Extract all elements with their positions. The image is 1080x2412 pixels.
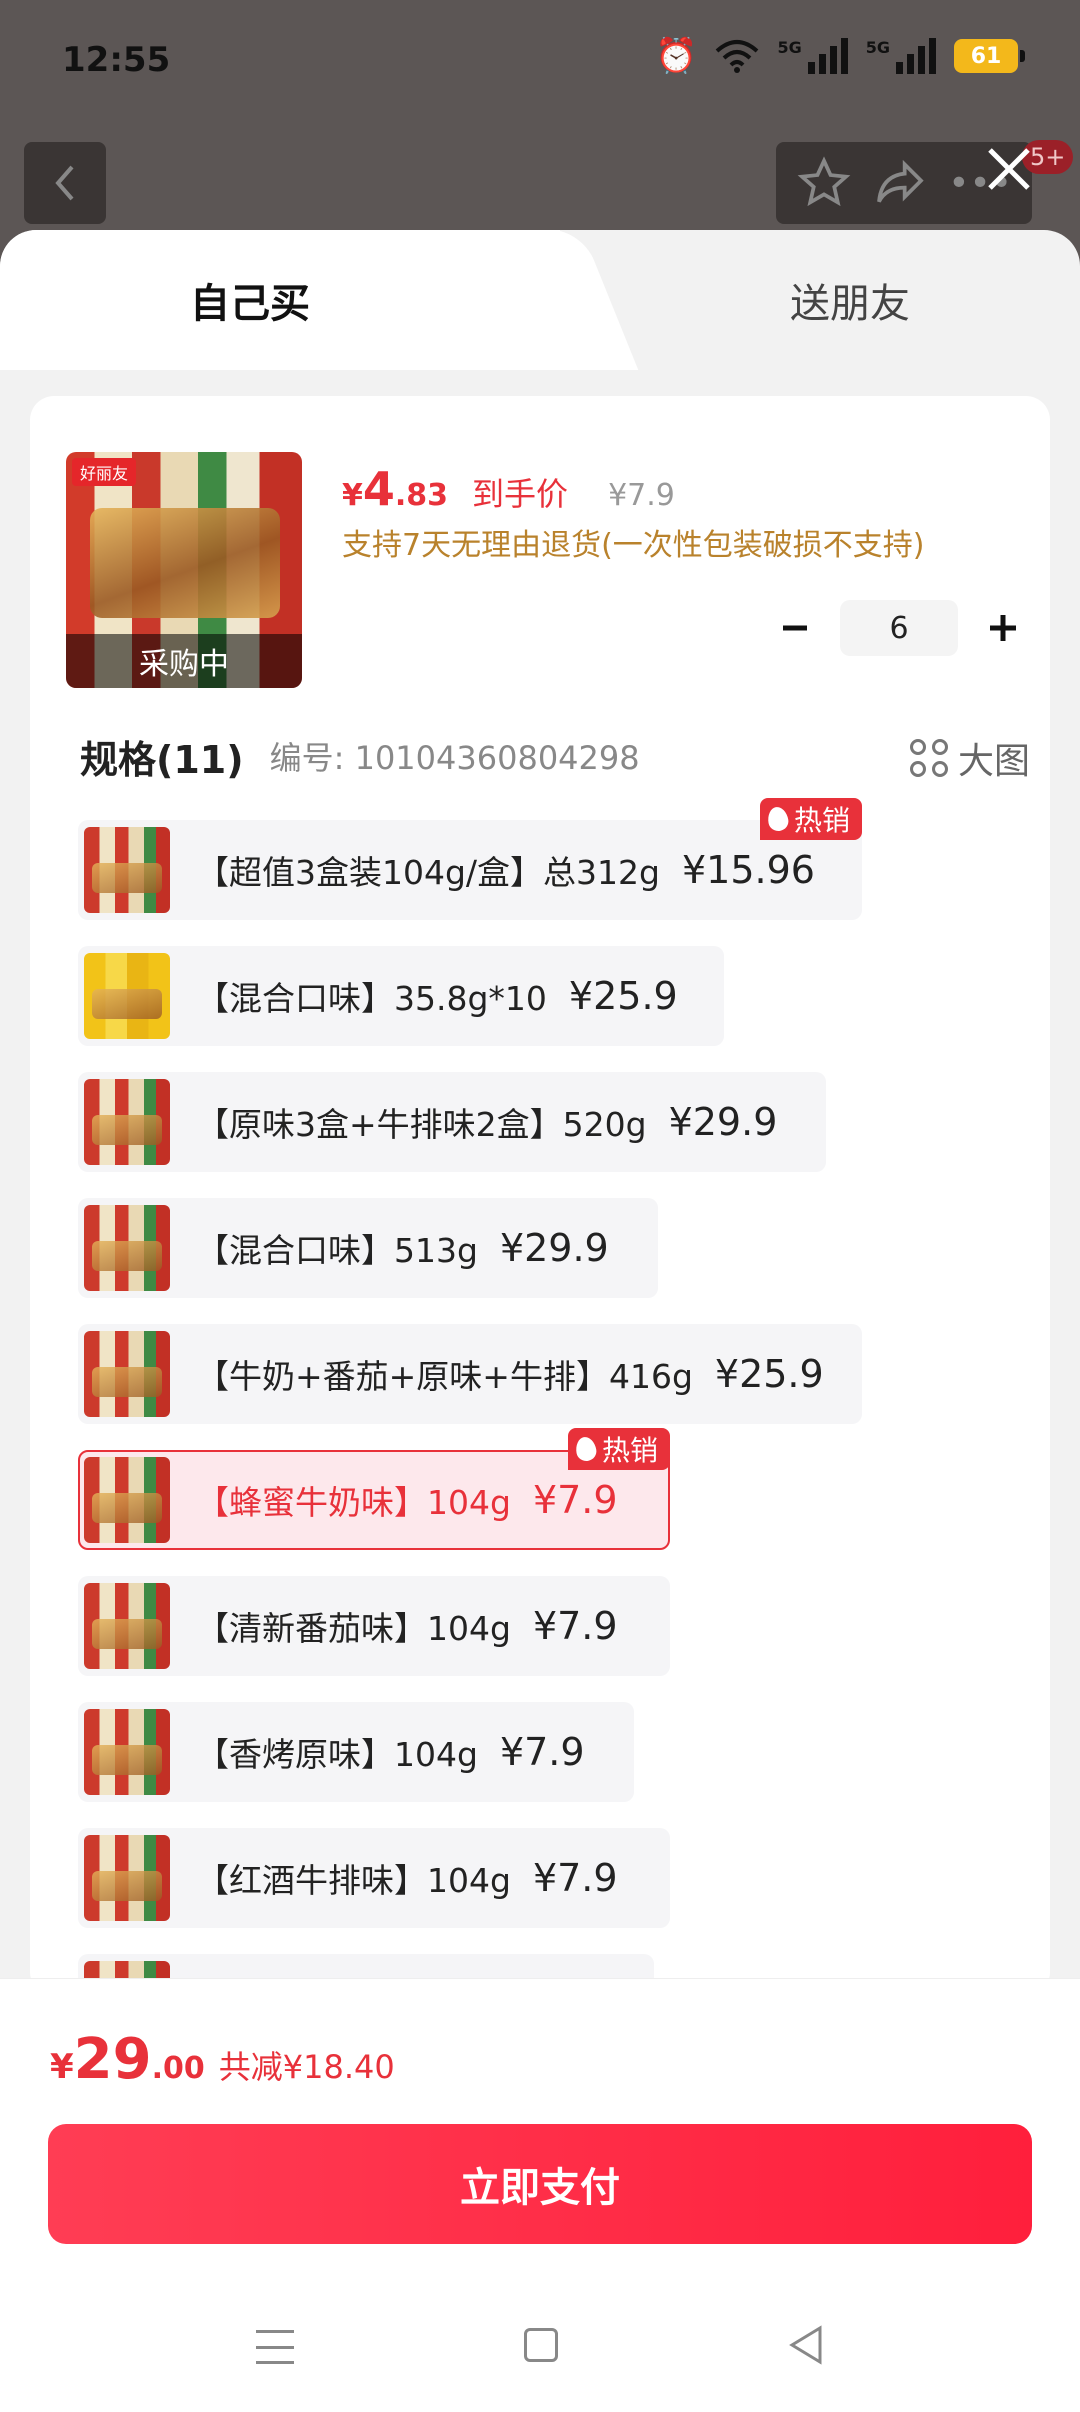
- spec-thumbnail: [84, 1079, 170, 1165]
- back-button[interactable]: [24, 142, 106, 224]
- spec-option-label: 【混合口味】513g: [196, 1231, 478, 1270]
- spec-option-selected[interactable]: 【蜂蜜牛奶味】104g ¥7.9 热销: [78, 1428, 670, 1550]
- pay-area: 立即支付: [0, 2114, 1080, 2412]
- flame-icon: [574, 1435, 598, 1463]
- spec-option[interactable]: 【红酒牛排味】104g ¥7.9: [78, 1828, 670, 1928]
- spec-option[interactable]: 【牛奶+番茄+原味+牛排】416g ¥25.9: [78, 1324, 862, 1424]
- share-icon[interactable]: [872, 155, 928, 211]
- spec-thumbnail: [84, 1205, 170, 1291]
- signal-icon-1: 5G: [777, 38, 848, 74]
- spec-option[interactable]: 【混合口味】513g ¥29.9: [78, 1198, 658, 1298]
- snack-graphic: [90, 508, 280, 618]
- spec-option[interactable]: 【原味3盒+牛排味2盒】520g ¥29.9: [78, 1072, 826, 1172]
- chevron-left-icon: [55, 165, 74, 201]
- spec-option-price: ¥29.9: [668, 1100, 778, 1144]
- spec-option[interactable]: 【混合口味】35.8g*10 ¥25.9: [78, 946, 724, 1046]
- spec-title: 规格(11): [80, 737, 244, 782]
- quantity-stepper: 6: [770, 600, 1028, 656]
- tab-bar: 送朋友 自己买: [0, 230, 1080, 370]
- total-bar: ¥29.00 共减¥18.40: [0, 1978, 1080, 2114]
- spec-code: 编号: 10104360804298: [269, 739, 640, 777]
- price: ¥4.83: [342, 462, 448, 516]
- spec-option-label: 【清新番茄味】104g: [196, 1609, 511, 1648]
- spec-thumbnail: [84, 1835, 170, 1921]
- plus-icon: [990, 615, 1016, 641]
- product-card: 好丽友 采购中 ¥4.83 到手价 ¥7.9 支持7天无理由退货(一次性包装破损…: [30, 396, 1050, 2054]
- spec-option[interactable]: 【香烤原味】104g ¥7.9: [78, 1702, 634, 1802]
- buying-label: 采购中: [66, 634, 302, 688]
- spec-thumbnail: [84, 1583, 170, 1669]
- spec-option-price: ¥7.9: [532, 1856, 618, 1900]
- spec-option-price: ¥29.9: [499, 1226, 609, 1270]
- price-decimal: .83: [394, 478, 449, 513]
- spec-option[interactable]: 【清新番茄味】104g ¥7.9: [78, 1576, 670, 1676]
- nav-back-icon[interactable]: [786, 2324, 826, 2366]
- spec-thumbnail: [84, 827, 170, 913]
- home-icon[interactable]: [524, 2328, 558, 2362]
- spec-option-price: ¥15.96: [681, 848, 815, 892]
- spec-thumbnail: [84, 1331, 170, 1417]
- hot-badge: 热销: [759, 798, 862, 840]
- big-image-button[interactable]: 大图: [909, 732, 1030, 784]
- grid-icon: [909, 739, 948, 777]
- quantity-input[interactable]: 6: [840, 600, 958, 656]
- spec-header: 规格(11) 编号: 10104360804298 大图: [80, 726, 1030, 786]
- total-saving: 共减¥18.40: [218, 2048, 395, 2086]
- spec-thumbnail: [84, 1709, 170, 1795]
- spec-option[interactable]: 【超值3盒装104g/盒】总312g ¥15.96 热销: [78, 798, 862, 920]
- tab-gift-friend[interactable]: 送朋友: [560, 230, 1080, 370]
- spec-option-label: 【混合口味】35.8g*10: [196, 979, 547, 1018]
- spec-option-label: 【蜂蜜牛奶味】104g: [196, 1483, 511, 1522]
- recent-apps-icon[interactable]: [256, 2330, 294, 2364]
- product-image[interactable]: 好丽友 采购中: [66, 452, 302, 688]
- spec-option-price: ¥7.9: [532, 1478, 618, 1522]
- close-icon[interactable]: [982, 142, 1036, 196]
- spec-option-price: ¥7.9: [532, 1604, 618, 1648]
- battery-icon: 61: [954, 39, 1025, 73]
- brand-logo: 好丽友: [72, 458, 137, 486]
- minus-icon: [783, 625, 807, 631]
- total-decimal: .00: [151, 2051, 205, 2086]
- spec-option-label: 【香烤原味】104g: [196, 1735, 478, 1774]
- decrease-button[interactable]: [770, 603, 820, 653]
- price-tag: 到手价: [472, 475, 569, 513]
- original-price: ¥7.9: [608, 478, 675, 513]
- tab-self-buy[interactable]: 自己买: [0, 230, 560, 370]
- return-policy: 支持7天无理由退货(一次性包装破损不支持): [342, 528, 925, 563]
- spec-option-price: ¥25.9: [714, 1352, 824, 1396]
- total-integer: 29: [73, 2027, 152, 2092]
- total-symbol: ¥: [50, 2047, 74, 2087]
- price-integer: 4: [362, 462, 395, 516]
- signal-icon-2: 5G: [866, 38, 936, 74]
- spec-thumbnail: [84, 953, 170, 1039]
- spec-thumbnail: [84, 1457, 170, 1543]
- system-nav-bar: [0, 2310, 1080, 2390]
- status-icons: ⏰ 5G 5G 61: [655, 36, 1025, 76]
- pay-now-button[interactable]: 立即支付: [48, 2124, 1032, 2244]
- wifi-icon: [716, 40, 759, 73]
- price-line: ¥4.83 到手价 ¥7.9: [342, 462, 675, 516]
- spec-option-label: 【原味3盒+牛排味2盒】520g: [196, 1105, 647, 1144]
- spec-option-price: ¥7.9: [499, 1730, 585, 1774]
- big-image-label: 大图: [957, 741, 1030, 782]
- spec-option-label: 【红酒牛排味】104g: [196, 1861, 511, 1900]
- status-time: 12:55: [62, 40, 171, 80]
- increase-button[interactable]: [978, 603, 1028, 653]
- star-icon[interactable]: [796, 155, 852, 211]
- flame-icon: [766, 805, 790, 833]
- tab-self-buy-label: 自己买: [190, 281, 310, 327]
- status-bar: 12:55 ⏰ 5G 5G 61: [0, 0, 1080, 120]
- spec-option-price: ¥25.9: [568, 974, 678, 1018]
- hot-badge: 热销: [567, 1428, 670, 1470]
- price-symbol: ¥: [342, 478, 363, 513]
- alarm-icon: ⏰: [655, 36, 698, 76]
- spec-option-label: 【牛奶+番茄+原味+牛排】416g: [196, 1357, 693, 1396]
- purchase-sheet: 送朋友 自己买 好丽友 采购中 ¥4.83 到手价 ¥7.9 支持7天无理由退货…: [0, 230, 1080, 2412]
- spec-option-label: 【超值3盒装104g/盒】总312g: [196, 853, 660, 892]
